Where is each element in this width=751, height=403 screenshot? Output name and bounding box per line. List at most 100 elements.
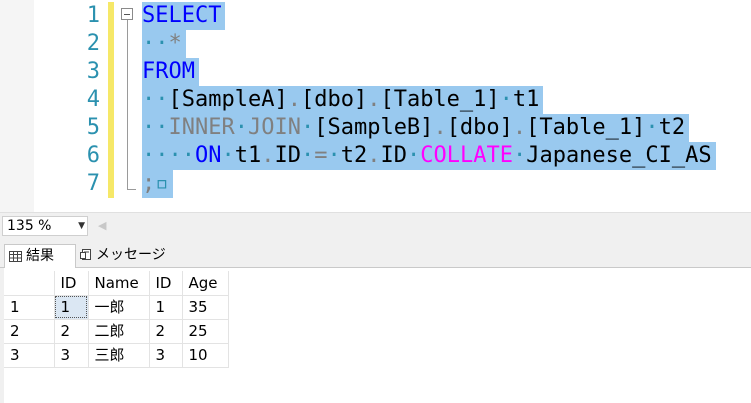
zoom-value: 135 % [7, 218, 52, 234]
code-line[interactable]: ····ON·t1.ID·=·t2.ID·COLLATE·Japanese_CI… [142, 142, 716, 170]
code-token: . [433, 115, 447, 140]
code-token: Japanese_CI_AS [526, 143, 712, 168]
table-row[interactable]: 1 1 一郎 1 35 [4, 295, 229, 320]
grid-cell[interactable]: 二郎 [88, 319, 150, 344]
collapse-icon[interactable] [121, 8, 133, 20]
grid-header-row: ID Name ID Age [4, 271, 229, 296]
code-token: ···· [142, 143, 195, 168]
code-line[interactable]: ··* [142, 30, 186, 58]
outline-end [127, 189, 136, 190]
code-token: · [645, 115, 659, 140]
row-number[interactable]: 3 [4, 343, 55, 368]
column-header-name[interactable]: Name [88, 271, 150, 296]
code-token: . [367, 87, 381, 112]
column-header-age[interactable]: Age [182, 271, 229, 296]
grid-corner-header[interactable] [4, 271, 55, 296]
code-token: [Table_1] [380, 87, 500, 112]
line-number: 3 [86, 59, 100, 84]
code-token: FROM [142, 59, 195, 84]
grid-cell[interactable]: 3 [54, 343, 89, 368]
line-number: 6 [86, 143, 100, 168]
editor-status-bar: 135 % ▼ ◀ [0, 212, 751, 239]
code-token: t1 [234, 143, 262, 168]
code-token: · [327, 143, 341, 168]
code-token: t2 [658, 115, 686, 140]
line-number: 2 [86, 31, 100, 56]
code-token: . [512, 115, 527, 140]
code-token: * [168, 31, 182, 56]
line-number: 1 [86, 3, 100, 28]
table-row[interactable]: 2 2 二郎 2 25 [4, 319, 229, 344]
code-token: · [234, 115, 248, 140]
code-token: t1 [512, 87, 540, 112]
code-token: ▫ [155, 171, 169, 196]
sql-editor[interactable]: 1234567 SELECT ··* FROM ··[SampleA].[dbo].[… [0, 0, 751, 212]
code-token: · [300, 115, 315, 140]
grid-cell[interactable]: 1 [149, 295, 183, 320]
line-number: 4 [86, 87, 100, 112]
column-header-id-2[interactable]: ID [149, 271, 183, 296]
code-token: INNER [168, 115, 235, 140]
code-token: JOIN [247, 115, 301, 140]
chevron-down-icon: ▼ [78, 221, 85, 231]
code-token: ; [142, 171, 156, 196]
code-token: ON [194, 143, 222, 168]
code-line[interactable]: SELECT [142, 2, 226, 30]
code-token: t2 [340, 143, 368, 168]
results-grid-area: ID Name ID Age 1 1 一郎 1 35 2 2 二郎 2 25 3… [0, 268, 751, 403]
code-token: · [406, 143, 421, 168]
grid-cell[interactable]: 2 [54, 319, 89, 344]
code-token: = [314, 143, 328, 168]
line-number: 7 [86, 171, 100, 196]
line-number: 5 [86, 115, 100, 140]
grid-icon [9, 250, 22, 262]
code-token: [SampleA] [168, 87, 288, 112]
tab-messages[interactable]: メッセージ [76, 244, 172, 268]
code-token: [SampleB] [314, 115, 434, 140]
zoom-dropdown[interactable]: 135 % ▼ [2, 216, 88, 236]
code-line[interactable]: ··[SampleA].[dbo].[Table_1]·t1 [142, 86, 544, 114]
code-line[interactable]: ;▫ [142, 170, 173, 198]
grid-cell[interactable]: 一郎 [88, 295, 150, 320]
horizontal-scrollbar[interactable] [112, 221, 742, 231]
row-number[interactable]: 2 [4, 319, 55, 344]
code-token: ·· [142, 31, 169, 56]
code-token: [dbo] [446, 115, 513, 140]
tab-results-label: 結果 [26, 248, 54, 264]
code-token: [dbo] [300, 87, 368, 112]
code-token: [Table_1] [526, 115, 646, 140]
code-token: COLLATE [420, 143, 513, 168]
code-token: ID [380, 143, 407, 168]
row-number[interactable]: 1 [4, 295, 55, 320]
code-token: ID [274, 143, 301, 168]
code-token: . [287, 87, 301, 112]
grid-cell[interactable]: 2 [149, 319, 183, 344]
grid-cell[interactable]: 3 [149, 343, 183, 368]
code-token: . [367, 143, 381, 168]
code-token: . [261, 143, 275, 168]
code-token: ·· [142, 87, 169, 112]
code-line[interactable]: FROM [142, 58, 199, 86]
grid-cell[interactable]: 10 [182, 343, 229, 368]
grid-cell[interactable]: 25 [182, 319, 229, 344]
code-token: SELECT [142, 3, 222, 28]
table-row[interactable]: 3 3 三郎 3 10 [4, 343, 229, 368]
tab-messages-label: メッセージ [96, 247, 166, 263]
code-token: ·· [142, 115, 169, 140]
grid-cell[interactable]: 1 [54, 295, 89, 320]
outline-line [127, 20, 128, 190]
grid-cell[interactable]: 三郎 [88, 343, 150, 368]
column-header-id[interactable]: ID [54, 271, 89, 296]
message-icon [80, 249, 91, 260]
grid-cell[interactable]: 35 [182, 295, 229, 320]
change-tracking-bar [108, 2, 114, 198]
code-token: · [300, 143, 315, 168]
results-tab-strip: 結果 メッセージ [0, 238, 751, 268]
code-token: · [221, 143, 235, 168]
scroll-left-icon[interactable]: ◀ [98, 219, 106, 232]
code-line[interactable]: ··INNER·JOIN·[SampleB].[dbo].[Table_1]·t… [142, 114, 690, 142]
code-token: · [512, 143, 527, 168]
tab-results[interactable]: 結果 [4, 244, 76, 268]
code-token: · [499, 87, 513, 112]
results-grid[interactable]: ID Name ID Age 1 1 一郎 1 35 2 2 二郎 2 25 3… [4, 271, 229, 368]
